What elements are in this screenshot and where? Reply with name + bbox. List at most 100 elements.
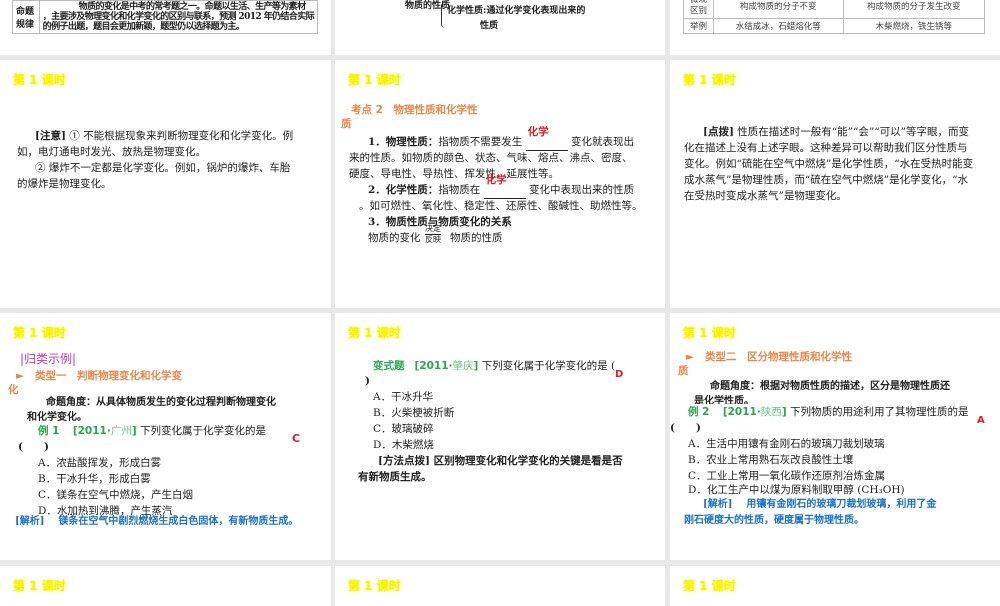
option-b: B．干冰升华，形成白雾 [38, 473, 151, 485]
method-text: 有新物质生成。 [358, 471, 432, 483]
type-title-2: 化 [8, 384, 19, 396]
method-text: 区别物理变化和化学变化的关键是看是否 [433, 455, 623, 467]
lesson-header: 第 1 课时 [13, 326, 66, 340]
desc-line: ，主要涉及物理变化和化学变化的区别与联系，预测 2012 年仍结合实际 [42, 12, 315, 22]
chem-property-text: 化学性质:通过化学变化表现出来的 [447, 6, 586, 16]
answer-paren: ( ) [18, 441, 49, 453]
note-text: ② 爆炸不一定都是化学变化。例如，锅炉的爆炸、车胎 [35, 162, 291, 174]
question: 下列变化属于化学变化的是 ( [481, 360, 616, 372]
option-c: C．镁条在空气中燃烧，产生白烟 [38, 489, 194, 501]
slide-thumb-4[interactable]: 第 1 课时 [注意] ① 不能根据现象来判断物理变化和化学变化。例 如，电灯通… [0, 60, 331, 308]
slide-thumb-1[interactable]: 命题规律 物质的变化是中考的常考题之一。命题以生活、生产等为素材 ，主要涉及物理… [0, 0, 331, 55]
slide-thumb-3[interactable]: 微观区别 构成物质的分子不变 构成物质的分子发生改变 举例 水结成冰，石蜡熔化等 木柴燃… [670, 0, 1000, 55]
tip-text: 性质在描述时一般有“能”“会”“可以”等字眼，而变 [737, 126, 969, 138]
slide-thumb-12[interactable]: 第 1 课时 [670, 566, 1000, 606]
exam-pattern-table: 命题规律 物质的变化是中考的常考题之一。命题以生活、生产等为素材 ，主要涉及物理… [12, 0, 319, 34]
source-city: 肇庆 [452, 360, 474, 372]
lesson-header: 第 1 课时 [13, 579, 66, 593]
row-label: 微观区别 [683, 0, 714, 19]
analysis-text: 镁条在空气中剧烈燃烧生成白色固体，有新物质生成。 [58, 516, 299, 527]
analysis-tag: [解析] [15, 516, 45, 527]
source: [2011· [414, 360, 453, 372]
note-text: 的爆炸是物理变化。 [17, 178, 112, 190]
analysis-tag: [解析] [703, 499, 733, 510]
slide-thumb-10[interactable]: 第 1 课时 [0, 566, 331, 606]
item-text: 来的性质。如物质的颜色、状态、气味、熔点、沸点、密度、 [349, 152, 633, 164]
lesson-header: 第 1 课时 [13, 73, 66, 87]
item-text: 指物质不需要发生 [438, 136, 523, 148]
lesson-header: 第 1 课时 [683, 326, 736, 340]
tip-tag: [点拨] [703, 126, 734, 138]
arrow-icon: ► [16, 370, 25, 382]
analysis-text: 用镶有金刚石的玻璃刀裁划玻璃，利用了金 [746, 499, 937, 510]
option-b: B．火柴梗被折断 [373, 407, 455, 419]
chem-property-text-2: 性质 [480, 21, 499, 31]
variant-label: 变式题 [373, 360, 405, 372]
relation-bottom: 反映 [425, 235, 441, 244]
analysis-text: 刚石硬度大的性质，硬度属于物理性质。 [684, 515, 864, 526]
row-label: 命题规律 [12, 0, 40, 34]
tip-text: 化在描述上没有上述字眼。这种差异可以帮助我们区分性质与 [684, 142, 968, 154]
note-text: ① 不能根据现象来判断物理变化和化学变化。例 [69, 130, 294, 142]
relation-left: 物质的变化 [368, 232, 421, 244]
angle-text: 命题角度：根据对物质性质的描述，区分是物理性质还 [710, 381, 950, 392]
cell: 木柴燃烧，铁生锈等 [842, 18, 986, 34]
relation-top: 决定 [425, 224, 441, 235]
relation-right: 物质的性质 [450, 232, 503, 244]
question: 下列变化属于化学变化的是 [140, 425, 266, 437]
example-label: 例 2 [688, 406, 710, 418]
answer-paren: ( ) [670, 422, 701, 434]
section-label: |归类示例| [20, 352, 77, 366]
cell: 构成物质的分子发生改变 [842, 0, 986, 19]
lesson-header: 第 1 课时 [348, 579, 401, 593]
slide-thumb-7[interactable]: 第 1 课时 |归类示例| ► 类型一 判断物理变化和化学变 化 命题角度：从具… [0, 313, 331, 560]
option-c: C．玻璃破碎 [373, 423, 434, 435]
source: [2011· [72, 425, 111, 437]
slide-thumb-8[interactable]: 第 1 课时 变式题 [2011·肇庆] 下列变化属于化学变化的是 ( D ) … [335, 313, 665, 560]
item-text: 变化中表现出来的性质 [529, 184, 634, 196]
desc-line: 物质的变化是中考的常考题之一。命题以生活、生产等为素材 [78, 2, 306, 12]
lesson-header: 第 1 课时 [683, 73, 736, 87]
source-city: 广州 [110, 425, 132, 437]
note-text: 如，电灯通电时发光、放热是物理变化。 [17, 146, 206, 158]
option-d: D．化工生产中以煤为原料制取甲醇 (CH₃OH) [688, 484, 905, 496]
source: ] [781, 406, 787, 418]
desc-line: 的例子出题，题目会更加新颖，题型仍以选择题为主。 [42, 22, 245, 32]
question: 下列物质的用途利用了其物理性质的是 [790, 406, 969, 418]
item-text: 。如可燃性、氧化性、稳定性、还原性、酸碱性、助燃性等。 [359, 200, 643, 212]
slide-thumb-9[interactable]: 第 1 课时 ► 类型二 区分物理性质和化学性 质 命题角度：根据对物质性质的描… [670, 313, 1000, 560]
tip-text: 成水蒸气”是物理性质，而“硫在空气中燃烧”是化学变化，“水 [684, 174, 968, 186]
option-a: A．浓盐酸挥发，形成白雾 [38, 457, 162, 469]
item-text: 硬度、导电性、导热性、挥发性、延展性等。 [349, 168, 559, 180]
type-title-2: 质 [678, 365, 689, 377]
row-label: 举例 [683, 18, 714, 34]
change-comparison-table: 微观区别 构成物质的分子不变 构成物质的分子发生改变 举例 水结成冰，石蜡熔化等 木柴燃… [683, 0, 986, 34]
angle-text: 命题角度：从具体物质发生的变化过程判断物理变化 [46, 397, 276, 408]
option-d: D．木柴燃烧 [373, 439, 434, 451]
item-title: 1．物理性质： [368, 136, 439, 148]
slide-thumb-6[interactable]: 第 1 课时 [点拨] 性质在描述时一般有“能”“会”“可以”等字眼，而变 化在… [670, 60, 1000, 308]
tip-text: 变化。例如“硫能在空气中燃烧”是化学性质，“水在受热时能变 [684, 158, 974, 170]
option-a: A．干冰升华 [373, 391, 434, 403]
lesson-header: 第 1 课时 [348, 326, 401, 340]
answer-paren: ) [365, 375, 370, 387]
slide-thumb-11[interactable]: 第 1 课时 [335, 566, 665, 606]
note-tag: [注意] [35, 130, 66, 142]
source: ] [131, 425, 137, 437]
slide-thumb-2[interactable]: 物质的性质 化学性质:通过化学变化表现出来的 性质 [335, 0, 665, 55]
method-tag: [方法点拨] [378, 455, 430, 467]
lesson-header: 第 1 课时 [348, 73, 401, 87]
cell: 水结成冰，石蜡熔化等 [713, 18, 844, 34]
tip-text: 在受热时变成水蒸气”是物理变化。 [684, 190, 847, 202]
answer-blank: 化学 [485, 174, 507, 186]
answer-blank: 化学 [527, 126, 549, 138]
lesson-header: 第 1 课时 [683, 579, 736, 593]
section-title: 考点 2 物理性质和化学性 [351, 104, 478, 116]
item-text: 指物质在 [438, 184, 481, 196]
option-b: B．农业上常用熟石灰改良酸性土壤 [688, 454, 854, 466]
answer: D [615, 369, 624, 380]
arrow-icon: ► [686, 351, 695, 363]
type-title: 类型一 判断物理变化和化学变 [35, 370, 183, 382]
slide-thumb-5[interactable]: 第 1 课时 考点 2 物理性质和化学性 质 1．物理性质：指物质不需要发生 化… [335, 60, 665, 308]
answer: A [977, 415, 985, 426]
